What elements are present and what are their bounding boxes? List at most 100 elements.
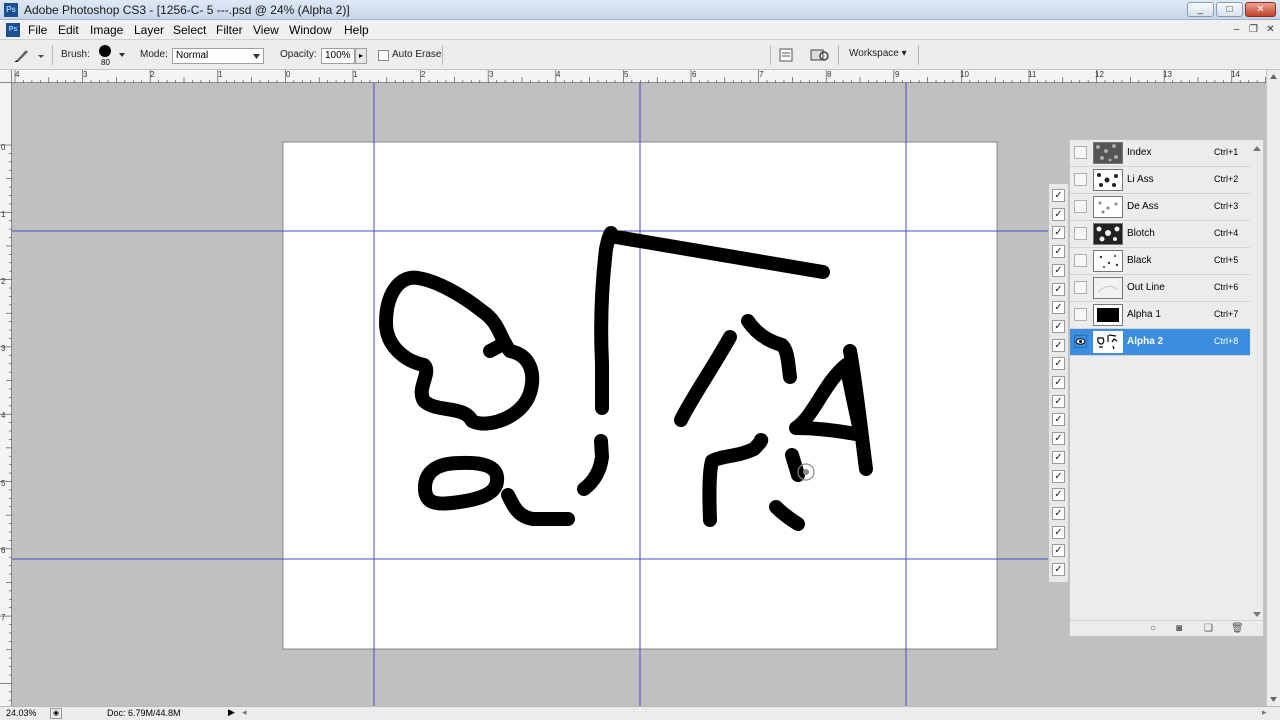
ruler-label: 2 [421, 70, 426, 79]
document-icon[interactable]: Ps [6, 23, 20, 37]
ruler-label: 11 [1028, 70, 1037, 79]
channel-row-alpha-2[interactable]: Alpha 2 Ctrl+8 [1070, 329, 1250, 356]
ruler-label: 8 [827, 70, 832, 79]
layer-visibility-checkbox[interactable]: ✓ [1052, 450, 1065, 464]
channel-thumbnail [1093, 304, 1123, 326]
doc-minimize-button[interactable]: – [1230, 23, 1243, 36]
layer-visibility-checkbox[interactable]: ✓ [1052, 506, 1065, 520]
layer-visibility-checkbox[interactable]: ✓ [1052, 319, 1065, 333]
channel-row-black[interactable]: Black Ctrl+5 [1070, 248, 1250, 275]
mode-value: Normal [176, 50, 209, 61]
hscroll-right-arrow-icon[interactable]: ▸ [1262, 707, 1267, 718]
layer-visibility-checkbox[interactable]: ✓ [1052, 357, 1065, 371]
visibility-toggle[interactable] [1074, 200, 1087, 213]
menu-filter[interactable]: Filter [216, 23, 243, 37]
bridge-icon[interactable] [810, 47, 830, 63]
panel-scrollbar[interactable] [1251, 140, 1263, 620]
channel-row-alpha-1[interactable]: Alpha 1 Ctrl+7 [1070, 302, 1250, 329]
status-menu-arrow-icon[interactable]: ▶ [228, 707, 235, 718]
channel-shortcut: Ctrl+4 [1214, 228, 1239, 238]
options-bar: Brush: 80 Mode: Normal Opacity: 100% ▸ A… [0, 40, 1280, 70]
horizontal-ruler[interactable]: 4 3 2 1 0 1 2 3 4 5 6 7 8 9 10 11 12 13 … [12, 70, 1266, 83]
channel-name: Blotch [1127, 228, 1155, 239]
menu-select[interactable]: Select [173, 23, 206, 37]
channel-name: Alpha 2 [1127, 336, 1164, 347]
layer-visibility-checkbox[interactable]: ✓ [1052, 563, 1065, 576]
doc-close-button[interactable]: ✕ [1264, 23, 1277, 36]
load-selection-icon[interactable]: ○ [1150, 623, 1156, 634]
ruler-label: 2 [1, 277, 6, 286]
minimize-button[interactable]: _ [1187, 2, 1214, 17]
visibility-toggle[interactable] [1074, 173, 1087, 186]
visibility-toggle[interactable] [1074, 146, 1087, 159]
layer-visibility-checkbox[interactable]: ✓ [1052, 282, 1065, 296]
layer-visibility-checkbox[interactable]: ✓ [1052, 263, 1065, 277]
menu-edit[interactable]: Edit [58, 23, 79, 37]
layer-visibility-checkbox[interactable]: ✓ [1052, 189, 1065, 202]
channel-name: Black [1127, 255, 1152, 266]
menu-view[interactable]: View [253, 23, 279, 37]
channel-row-li-ass[interactable]: Li Ass Ctrl+2 [1070, 167, 1250, 194]
new-channel-icon[interactable]: ❑ [1204, 623, 1213, 634]
channel-name: Index [1127, 147, 1152, 158]
layer-visibility-checkbox[interactable]: ✓ [1052, 376, 1065, 389]
layer-visibility-checkbox[interactable]: ✓ [1052, 226, 1065, 240]
channel-row-de-ass[interactable]: De Ass Ctrl+3 [1070, 194, 1250, 221]
opacity-label: Opacity: [280, 49, 317, 60]
menu-file[interactable]: File [28, 23, 47, 37]
save-selection-icon[interactable]: ◙ [1176, 623, 1182, 634]
mode-select[interactable]: Normal [172, 48, 264, 64]
layer-visibility-checkbox[interactable]: ✓ [1052, 301, 1065, 315]
opacity-input[interactable]: 100% [321, 48, 355, 64]
visibility-toggle[interactable] [1074, 227, 1087, 240]
ruler-label: 4 [556, 70, 561, 79]
layer-visibility-checkbox[interactable]: ✓ [1052, 544, 1065, 558]
vertical-ruler[interactable]: 0 1 2 3 4 5 6 7 [0, 83, 12, 706]
visibility-toggle[interactable] [1074, 281, 1087, 294]
layer-visibility-checkbox[interactable]: ✓ [1052, 469, 1065, 483]
menu-window[interactable]: Window [289, 23, 332, 37]
workspace-button[interactable]: Workspace ▾ [849, 48, 907, 59]
layer-visibility-checkbox[interactable]: ✓ [1052, 432, 1065, 446]
layer-visibility-checkbox[interactable]: ✓ [1052, 488, 1065, 502]
brush-size: 80 [101, 58, 110, 67]
menu-help[interactable]: Help [344, 23, 369, 37]
maximize-button[interactable]: □ [1216, 2, 1243, 17]
vertical-scrollbar[interactable] [1266, 70, 1280, 706]
visibility-toggle[interactable] [1074, 308, 1087, 321]
visibility-toggle[interactable] [1074, 254, 1087, 267]
ruler-label: 3 [1, 344, 6, 353]
brush-dropdown-icon[interactable] [118, 52, 126, 58]
hscroll-left-arrow-icon[interactable]: ◂ [242, 707, 247, 718]
close-button[interactable]: ✕ [1245, 2, 1276, 17]
menu-layer[interactable]: Layer [134, 23, 164, 37]
channel-thumbnail [1093, 169, 1123, 191]
channel-row-index[interactable]: Index Ctrl+1 [1070, 140, 1250, 167]
layer-visibility-checkbox[interactable]: ✓ [1052, 207, 1065, 221]
status-options-icon[interactable]: ◉ [50, 708, 62, 719]
layer-visibility-checkbox[interactable]: ✓ [1052, 394, 1065, 408]
brush-tool-icon[interactable] [10, 46, 46, 64]
visibility-toggle[interactable] [1074, 335, 1087, 348]
channel-row-blotch[interactable]: Blotch Ctrl+4 [1070, 221, 1250, 248]
layer-visibility-checkbox[interactable]: ✓ [1052, 525, 1065, 539]
channel-thumbnail [1093, 142, 1123, 164]
brush-preview[interactable] [99, 45, 111, 57]
doc-restore-button[interactable]: ❐ [1247, 23, 1260, 36]
scroll-up-arrow [1270, 74, 1277, 79]
separator [442, 45, 443, 65]
ruler-origin[interactable] [0, 70, 12, 83]
layer-visibility-checkbox[interactable]: ✓ [1052, 413, 1065, 427]
opacity-slider-toggle[interactable]: ▸ [355, 48, 367, 64]
panel-footer: ○ ◙ ❑ 🗑 [1070, 620, 1263, 637]
trash-icon[interactable]: 🗑 [1231, 623, 1244, 634]
menu-image[interactable]: Image [90, 23, 123, 37]
scroll-down-arrow [1270, 697, 1277, 702]
layer-visibility-checkbox[interactable]: ✓ [1052, 338, 1065, 352]
zoom-level[interactable]: 24.03% [6, 708, 37, 718]
ruler-label: 9 [895, 70, 900, 79]
channel-row-out-line[interactable]: Out Line Ctrl+6 [1070, 275, 1250, 302]
auto-erase-checkbox[interactable] [378, 50, 389, 61]
layer-visibility-checkbox[interactable]: ✓ [1052, 245, 1065, 259]
file-browser-icon[interactable] [779, 48, 793, 62]
